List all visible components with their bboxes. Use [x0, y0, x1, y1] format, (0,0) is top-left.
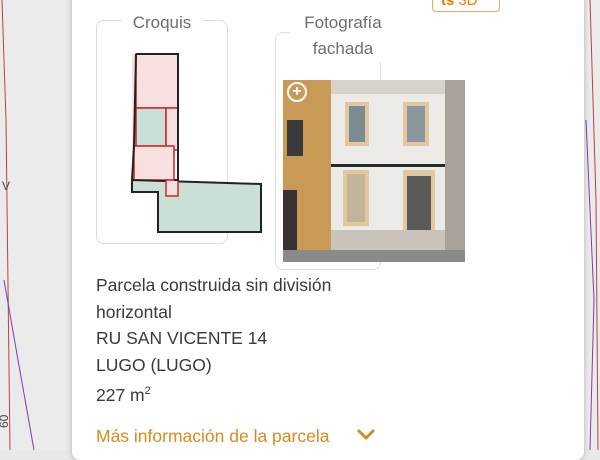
more-info-link[interactable]: Más información de la parcela — [96, 423, 329, 449]
parcel-area-value: 227 m — [96, 385, 145, 405]
view-3d-label: 3D — [458, 0, 478, 9]
view-3d-button[interactable]: ts 3D — [432, 0, 500, 12]
plus-circle-icon[interactable]: + — [287, 82, 307, 102]
svg-text:60: 60 — [0, 414, 11, 428]
parcel-type: Parcela construida sin división horizont… — [96, 275, 332, 322]
fachada-title-line2: fachada — [312, 39, 374, 58]
parcel-area-unit: 2 — [144, 385, 151, 397]
parcel-area: 227 m2 — [96, 378, 386, 409]
croquis-sketch[interactable] — [126, 50, 266, 240]
parcel-locality: LUGO (LUGO) — [96, 354, 212, 375]
parcel-address: RU SAN VICENTE 14 — [96, 328, 268, 348]
fachada-photo[interactable] — [283, 80, 465, 262]
parcel-info: Parcela construida sin división horizont… — [96, 272, 386, 409]
fachada-title-line1: Fotografía — [304, 13, 382, 32]
chevron-down-icon[interactable] — [356, 428, 376, 442]
3d-logo-icon: ts — [441, 0, 455, 9]
fachada-title: Fotografía fachada — [290, 10, 396, 62]
croquis-title: Croquis — [122, 10, 202, 36]
svg-text:V: V — [2, 179, 10, 193]
